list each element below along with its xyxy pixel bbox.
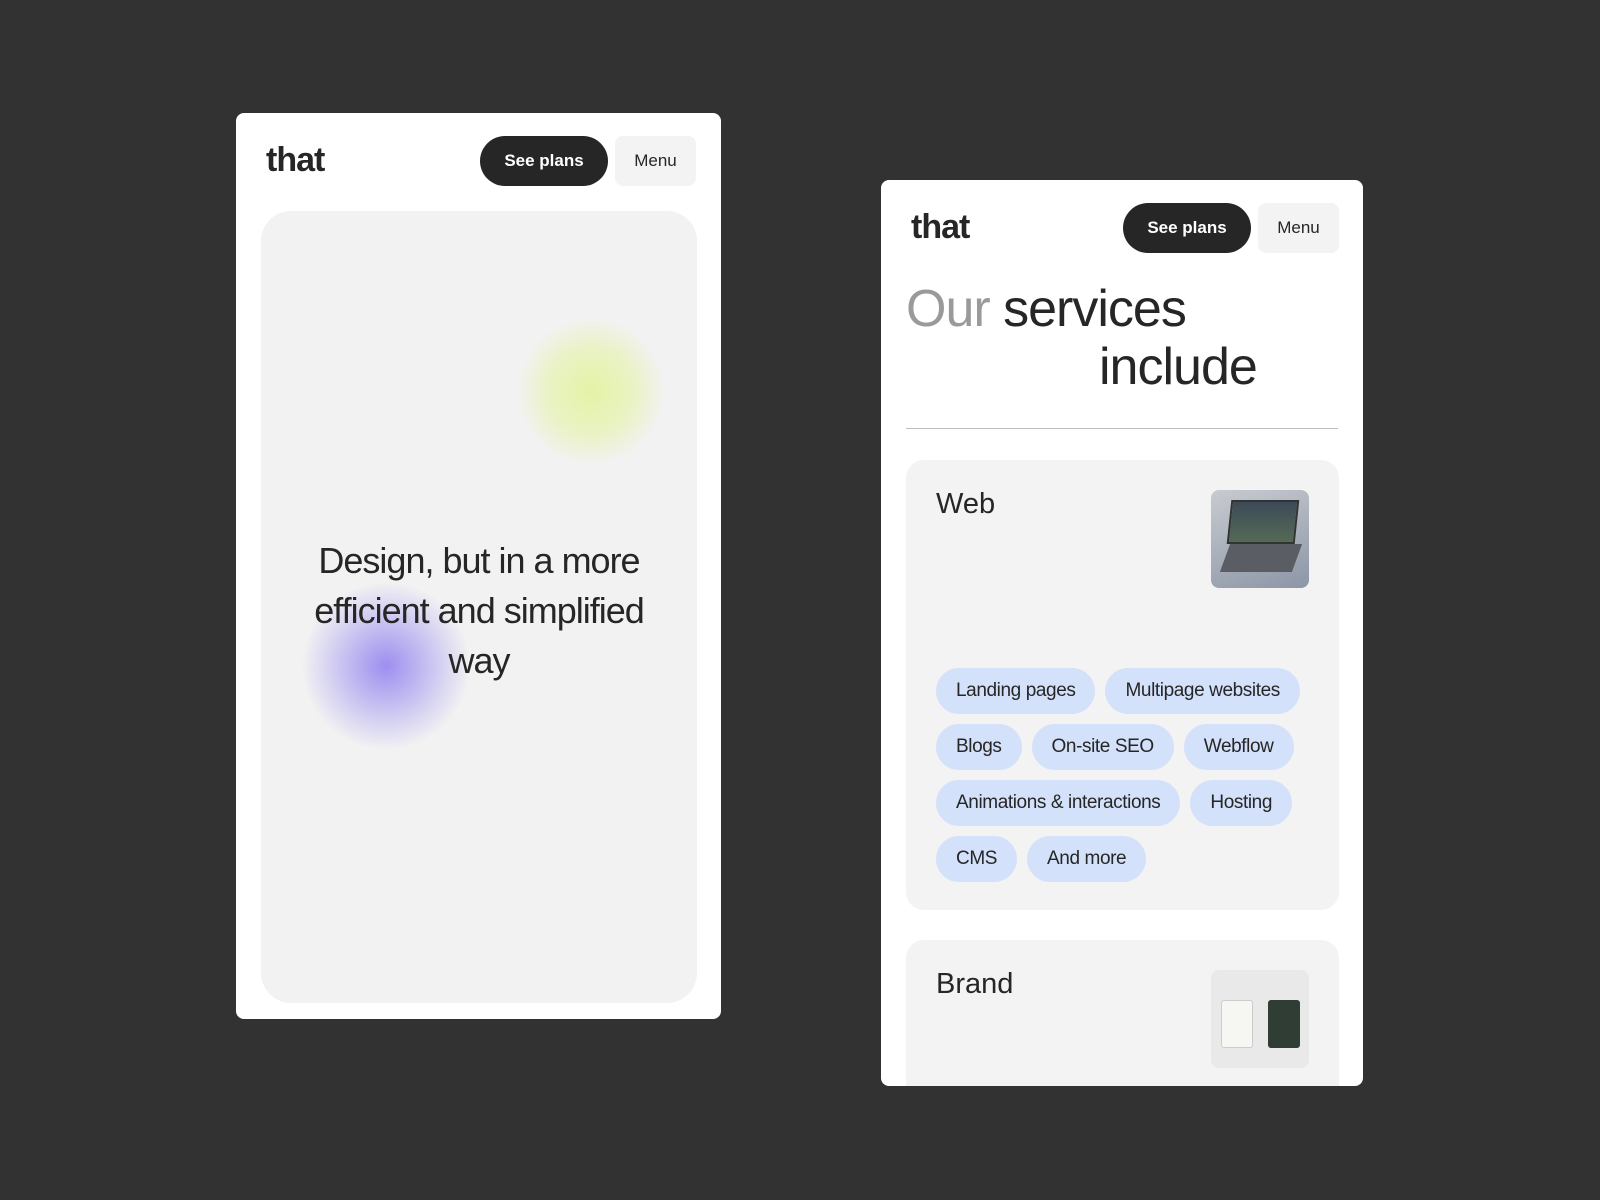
tag[interactable]: Landing pages <box>936 668 1096 714</box>
tag-list: Landing pages Multipage websites Blogs O… <box>936 668 1326 882</box>
menu-button[interactable]: Menu <box>1258 203 1339 253</box>
see-plans-button[interactable]: See plans <box>480 136 608 186</box>
service-title: Web <box>936 488 996 520</box>
tag[interactable]: On-site SEO <box>1031 724 1174 770</box>
tag[interactable]: Webflow <box>1183 724 1294 770</box>
heading-line-2: include <box>1099 338 1258 396</box>
heading-word: services <box>1003 280 1187 338</box>
badge-image <box>1211 970 1309 1068</box>
tag[interactable]: Blogs <box>936 724 1022 770</box>
tag[interactable]: Multipage websites <box>1105 668 1300 714</box>
logo[interactable]: that <box>266 141 325 180</box>
menu-button[interactable]: Menu <box>615 136 696 186</box>
laptop-image <box>1211 490 1309 588</box>
logo[interactable]: that <box>911 208 970 247</box>
hero-panel: Design, but in a more efficient and simp… <box>261 211 697 1003</box>
mobile-screen-services: that See plans Menu Our services include… <box>881 180 1363 1086</box>
mobile-screen-home: that See plans Menu Design, but in a mor… <box>236 113 721 1019</box>
tag[interactable]: CMS <box>936 836 1018 882</box>
service-card-web[interactable]: Web Landing pages Multipage websites Blo… <box>906 460 1339 910</box>
tag[interactable]: And more <box>1027 836 1147 882</box>
see-plans-button[interactable]: See plans <box>1123 203 1251 253</box>
tag[interactable]: Animations & interactions <box>936 780 1181 826</box>
heading-muted: Our <box>906 280 991 338</box>
green-gradient-blob <box>511 321 671 461</box>
service-card-brand[interactable]: Brand <box>906 940 1339 1086</box>
divider <box>906 428 1338 429</box>
tag[interactable]: Hosting <box>1190 780 1293 826</box>
service-title: Brand <box>936 968 1014 1000</box>
section-heading: Our services include <box>906 280 1258 396</box>
hero-headline: Design, but in a more efficient and simp… <box>314 540 645 681</box>
